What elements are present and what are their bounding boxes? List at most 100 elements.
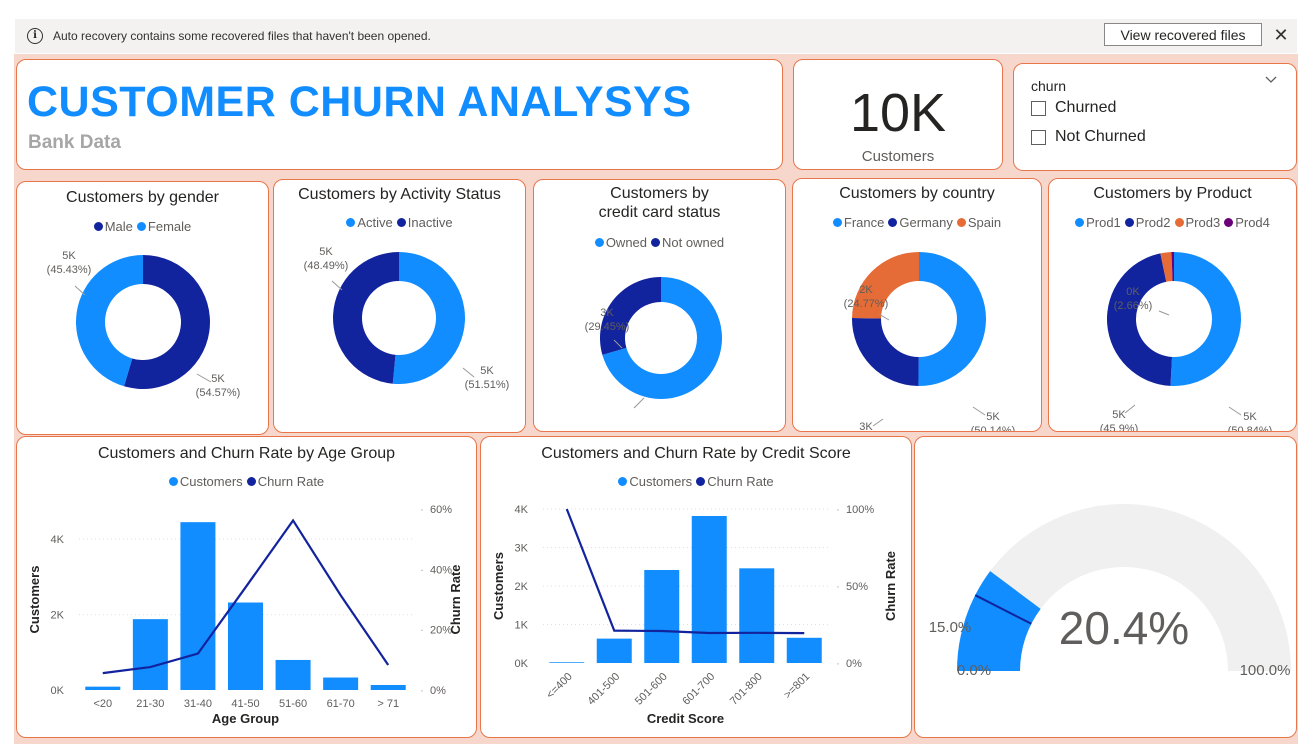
recovery-infobar: i Auto recovery contains some recovered … (15, 19, 1297, 53)
x-tick-label: 601-700 (680, 671, 717, 708)
data-label-value: 0K (1126, 286, 1140, 298)
combo-chart: 0K2K4K0%·20%·40%·60%·<20 21-30 31-40 41-50 5… (27, 504, 463, 726)
donut-slice-prod2[interactable] (1107, 253, 1172, 386)
y2-axis-title: Churn Rate (883, 551, 898, 621)
churn-rate-gauge-card: 20.4% 0.0% 100.0% 15.0% (914, 436, 1297, 738)
bar-61-70[interactable] (323, 677, 359, 690)
gauge-value: 20.4% (1059, 602, 1189, 654)
y-axis-title: Customers (27, 566, 42, 634)
y2-tick-label: 0% (430, 685, 446, 697)
y-tick-label: 4K (515, 504, 529, 516)
title-card: CUSTOMER CHURN ANALYSYS Bank Data (16, 59, 783, 170)
donut-chart: 5K (54.57%) 5K (45.43%) (47, 250, 241, 399)
y-tick-label: 4K (51, 534, 65, 546)
y2-tick-label: 0% (846, 658, 862, 670)
tick-dot: · (420, 685, 424, 697)
x-axis-title: Credit Score (647, 711, 724, 726)
view-recovered-files-button[interactable]: View recovered files (1104, 23, 1262, 46)
tick-dot: · (420, 504, 424, 516)
data-label-percent: (2.66%) (1114, 300, 1153, 312)
bar-51-60[interactable] (275, 659, 311, 690)
product-donut-card: Customers by Product Prod1 Prod2 Prod3 Prod4… (1048, 178, 1297, 432)
bar-<=400[interactable] (549, 662, 585, 663)
donut-slice-germany[interactable] (852, 318, 919, 386)
data-label-value: 5K (62, 250, 76, 262)
data-label-leader (972, 406, 986, 416)
info-icon: i (27, 28, 43, 44)
bar-701-800[interactable] (739, 568, 775, 663)
age-group-chart-card: Customers and Churn Rate by Age Group Cus… (16, 436, 477, 738)
donut-chart: 5K (50.84%) 5K (45.9%) 0K (2.66%) (1100, 252, 1272, 431)
checkbox[interactable] (1031, 129, 1046, 145)
donut-slice-prod1[interactable] (1170, 252, 1241, 386)
y-axis-title: Customers (491, 552, 506, 620)
data-label-percent: (54.57%) (196, 387, 241, 399)
data-label-value: 3K (859, 421, 873, 431)
gauge-max-label: 100.0% (1240, 662, 1291, 679)
tick-dot: · (420, 625, 424, 637)
x-tick-label: 401-500 (585, 671, 622, 708)
bar-21-30[interactable] (132, 619, 168, 690)
report-title: CUSTOMER CHURN ANALYSYS (27, 78, 692, 126)
y-tick-label: 2K (51, 610, 65, 622)
churn-slicer: churn Churned Not Churned (1013, 63, 1297, 171)
chevron-down-icon[interactable] (1264, 73, 1278, 90)
bar-<20[interactable] (85, 686, 121, 690)
data-label-value: 5K (1112, 409, 1126, 421)
y2-tick-label: 50% (846, 581, 868, 593)
donut-slice-active[interactable] (392, 252, 465, 384)
slicer-option-churned[interactable]: Churned (1031, 99, 1116, 117)
kpi-label: Customers (861, 148, 935, 165)
data-label-leader (872, 418, 884, 427)
bar->=801[interactable] (786, 637, 822, 663)
report-canvas: CUSTOMER CHURN ANALYSYS Bank Data 10K Cu… (14, 54, 1298, 744)
data-label-leader (462, 367, 475, 378)
x-tick-label: <=400 (544, 671, 575, 702)
close-icon[interactable]: ✕ (1271, 23, 1291, 47)
y-tick-label: 1K (515, 620, 529, 632)
x-tick-label: 701-800 (728, 671, 765, 708)
bar-> 71[interactable] (370, 684, 406, 690)
x-tick-label: >=801 (782, 671, 813, 702)
bar-401-500[interactable] (596, 638, 632, 663)
y-tick-label: 0K (51, 685, 65, 697)
bar-41-50[interactable] (228, 602, 263, 690)
donut-slice-france[interactable] (918, 252, 986, 386)
recovery-message: Auto recovery contains some recovered fi… (53, 29, 431, 43)
data-label-value: 5K (319, 246, 333, 258)
x-tick-label: 41-50 (231, 698, 259, 710)
data-label-leader (1158, 310, 1170, 316)
slicer-title: churn (1031, 78, 1067, 94)
data-label-leader (331, 280, 343, 291)
x-axis-title: Age Group (212, 711, 279, 726)
gauge-target-label: 15.0% (929, 619, 972, 636)
tick-dot: · (420, 564, 424, 576)
activity-donut-card: Customers by Activity Status Active Inacti… (273, 179, 526, 433)
y-tick-label: 0K (515, 658, 529, 670)
data-label-value: 5K (1243, 411, 1257, 423)
data-label-percent: (29.45%) (585, 321, 630, 333)
y-tick-label: 2K (515, 581, 529, 593)
x-tick-label: 501-600 (633, 671, 670, 708)
credit-card-donut-card: Customers by credit card status Owned Not … (533, 179, 786, 432)
donut-chart: 5K (51.51%) 5K (48.49%) (304, 246, 510, 391)
slicer-option-not-churned[interactable]: Not Churned (1031, 128, 1146, 146)
x-tick-label: 51-60 (279, 698, 307, 710)
x-tick-label: 21-30 (136, 698, 164, 710)
bar-601-700[interactable] (691, 516, 727, 663)
checkbox[interactable] (1031, 100, 1046, 116)
slicer-option-label: Churned (1055, 99, 1117, 116)
gender-donut-card: Customers by gender Male Female 5K (54.57%) 5… (16, 181, 269, 435)
data-label-leader (633, 397, 645, 409)
y-tick-label: 3K (515, 543, 529, 555)
donut-chart: 5K(50.14%)3K(25.09%)2K(24.77%) (844, 252, 1015, 431)
gauge-min-label: 0.0% (957, 662, 991, 679)
report-subtitle: Bank Data (28, 132, 121, 153)
data-label-percent: (51.51%) (465, 379, 510, 391)
data-label-value: 3K (600, 307, 614, 319)
data-label-leader (1124, 404, 1136, 414)
y2-tick-label: 60% (430, 504, 452, 516)
bar-501-600[interactable] (644, 569, 680, 663)
x-tick-label: <20 (93, 698, 112, 710)
bar-31-40[interactable] (180, 522, 216, 690)
